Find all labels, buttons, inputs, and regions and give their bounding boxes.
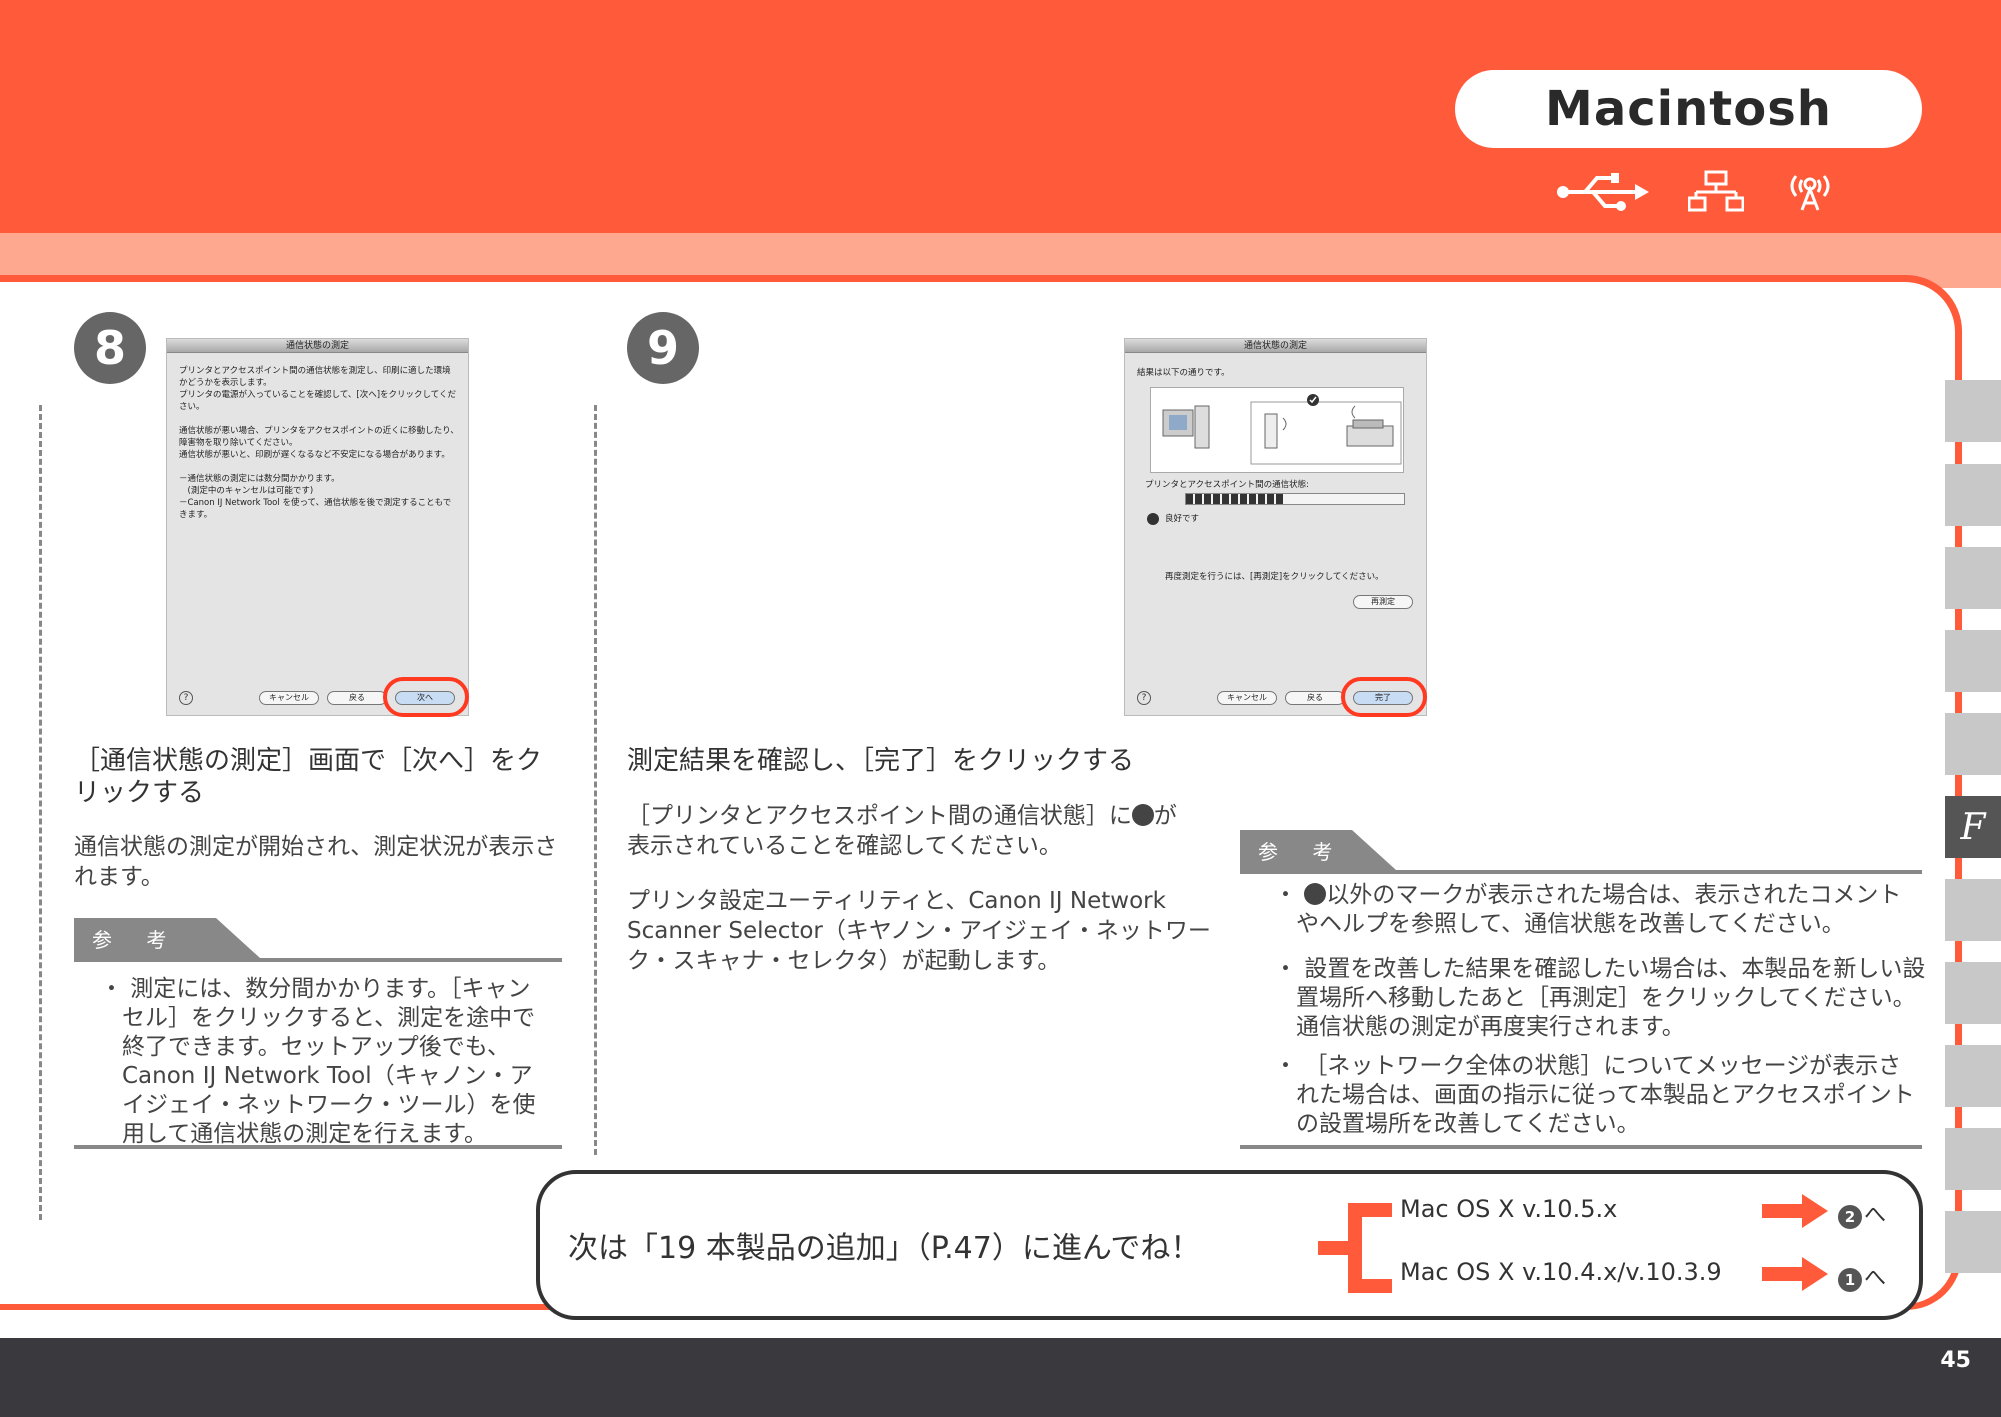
wireless-lan-icon — [1782, 170, 1838, 214]
side-tab[interactable] — [1945, 464, 2001, 526]
note-item: ・ 設置を改善した結果を確認したい場合は、本製品を新しい設置場所へ移動したあと［… — [1274, 956, 1926, 1040]
note-label: 参 考 — [92, 928, 181, 952]
goto-suffix: へ — [1864, 1203, 1887, 1228]
dialog-screenshot-step9: 通信状態の測定 結果は以下の通りです。 プリンタとアクセスポイント間の通信状態:… — [1124, 338, 1427, 716]
remeasure-text: 再度測定を行うには、[再測定]をクリックしてください。 — [1165, 572, 1384, 582]
help-icon[interactable]: ? — [179, 691, 193, 705]
usb-icon — [1555, 170, 1650, 214]
step-number-9: 9 — [627, 312, 699, 384]
next-step-text: 次は「19 本製品の追加」（P.47）に進んでね！ — [568, 1231, 1201, 1266]
cancel-button[interactable]: キャンセル — [1217, 691, 1277, 705]
side-tab-active[interactable]: F — [1945, 796, 2001, 858]
arrow-right-icon — [1762, 1257, 1828, 1291]
note-label: 参 考 — [1258, 840, 1347, 864]
branch-connector — [1318, 1203, 1392, 1293]
column-divider — [594, 405, 597, 1155]
side-tab[interactable] — [1945, 1211, 2001, 1273]
help-icon[interactable]: ? — [1137, 691, 1151, 705]
dialog-title: 通信状態の測定 — [1125, 339, 1426, 353]
dialog-message: プリンタとアクセスポイント間の通信状態を測定し、印刷に適した環境かどうかを表示し… — [179, 366, 459, 520]
side-tab[interactable] — [1945, 1045, 2001, 1107]
step-ref: 2 — [1838, 1205, 1862, 1229]
dialog-title: 通信状態の測定 — [167, 339, 468, 353]
footer-bar — [0, 1338, 2001, 1417]
highlight-ring — [383, 677, 469, 717]
check-icon — [1304, 883, 1327, 905]
step9-body-launch: プリンタ設定ユーティリティと、Canon IJ Network Scanner … — [627, 888, 1211, 974]
os-option-label: Mac OS X v.10.5.x — [1400, 1195, 1618, 1223]
note-divider — [74, 1145, 562, 1149]
note-item: ・ 測定には、数分間かかります。［キャンセル］をクリックすると、測定を途中で終了… — [100, 976, 536, 1147]
check-icon — [1131, 804, 1154, 826]
note-text: 設置を改善した結果を確認したい場合は、本製品を新しい設置場所へ移動したあと［再測… — [1296, 956, 1926, 1040]
goto-suffix: へ — [1864, 1266, 1887, 1291]
platform-label: Macintosh — [1545, 81, 1832, 137]
step9-heading: 測定結果を確認し、［完了］をクリックする — [627, 746, 1135, 776]
back-button[interactable]: 戻る — [1285, 691, 1345, 705]
step8-heading: ［通信状態の測定］画面で［次へ］をクリックする — [74, 746, 543, 808]
wired-lan-icon — [1687, 170, 1745, 214]
network-diagram — [1150, 387, 1404, 473]
platform-badge: Macintosh — [1455, 70, 1922, 148]
status-label: プリンタとアクセスポイント間の通信状態: — [1145, 480, 1309, 490]
signal-meter-fill — [1186, 494, 1285, 504]
side-tab[interactable] — [1945, 547, 2001, 609]
note-text: 以外のマークが表示された場合は、表示されたコメントやヘルプを参照して、通信状態を… — [1296, 882, 1902, 937]
column-divider — [39, 405, 42, 1220]
step8-body: 通信状態の測定が開始され、測定状況が表示されます。 — [74, 834, 558, 890]
check-icon — [1147, 513, 1159, 525]
side-tab[interactable] — [1945, 1128, 2001, 1190]
highlight-ring — [1341, 677, 1427, 717]
side-tab[interactable] — [1945, 630, 2001, 692]
remeasure-button[interactable]: 再測定 — [1353, 595, 1413, 609]
status-value: 良好です — [1165, 514, 1200, 524]
dialog-screenshot-step8: 通信状態の測定 プリンタとアクセスポイント間の通信状態を測定し、印刷に適した環境… — [166, 338, 469, 716]
os-option-label: Mac OS X v.10.4.x/v.10.3.9 — [1400, 1258, 1722, 1286]
back-button[interactable]: 戻る — [327, 691, 387, 705]
goto-link[interactable]: 1へ — [1838, 1260, 1886, 1292]
goto-link[interactable]: 2へ — [1838, 1197, 1886, 1229]
note-header: 参 考 — [74, 918, 562, 962]
note-item: ・ 以外のマークが表示された場合は、表示されたコメントやヘルプを参照して、通信状… — [1274, 882, 1902, 937]
step9-body-check: ［プリンタとアクセスポイント間の通信状態］に が表示されていることを確認してくださ… — [627, 801, 1197, 861]
step-number-8: 8 — [74, 312, 146, 384]
note-text: ［ネットワーク全体の状態］についてメッセージが表示された場合は、画面の指示に従っ… — [1296, 1053, 1915, 1137]
arrow-right-icon — [1762, 1194, 1828, 1228]
side-tab[interactable] — [1945, 380, 2001, 442]
step9-body-part1: ［プリンタとアクセスポイント間の通信状態］に — [627, 803, 1132, 829]
step-ref: 1 — [1838, 1268, 1862, 1292]
note-divider — [1240, 1145, 1922, 1149]
cancel-button[interactable]: キャンセル — [259, 691, 319, 705]
side-tab[interactable] — [1945, 879, 2001, 941]
note-item: ・ ［ネットワーク全体の状態］についてメッセージが表示された場合は、画面の指示に… — [1274, 1053, 1915, 1137]
result-intro: 結果は以下の通りです。 — [1137, 368, 1230, 378]
side-tab[interactable] — [1945, 962, 2001, 1024]
side-tab[interactable] — [1945, 713, 2001, 775]
note-header: 参 考 — [1240, 830, 1922, 874]
page-number: 45 — [1940, 1348, 1971, 1373]
signal-meter — [1185, 493, 1405, 505]
